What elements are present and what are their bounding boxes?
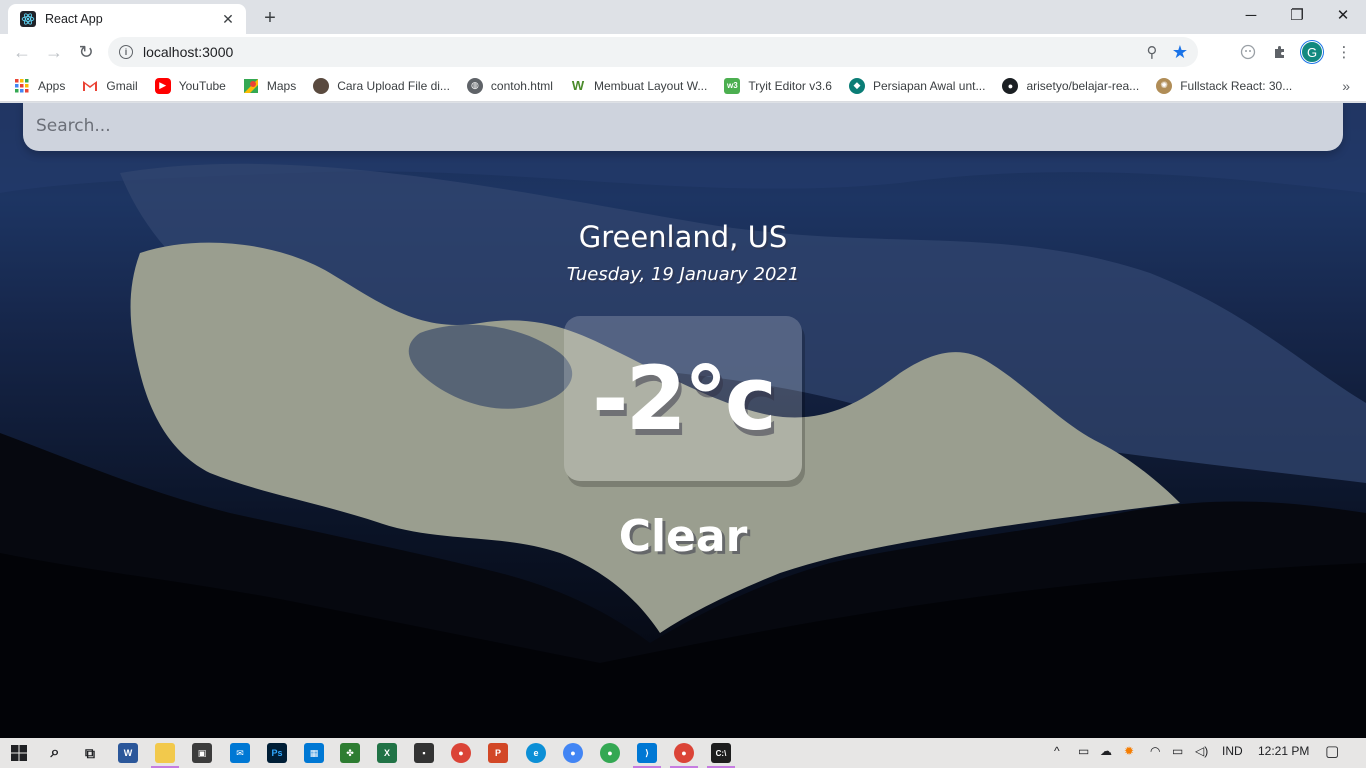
new-tab-button[interactable]: +	[258, 6, 282, 30]
bookmark-fullstack-react[interactable]: ✺ Fullstack React: 30...	[1156, 77, 1293, 94]
photoshop-icon[interactable]: Ps	[267, 743, 287, 763]
apps-grid-icon	[14, 78, 30, 94]
bookmark-label: Gmail	[106, 78, 138, 93]
close-icon[interactable]: ✕	[220, 11, 236, 27]
mail-icon[interactable]: ✉	[230, 743, 250, 763]
volume-icon[interactable]: ◁)	[1195, 744, 1208, 758]
file-explorer-icon[interactable]	[155, 743, 175, 763]
bookmark-apps[interactable]: Apps	[14, 78, 65, 94]
gmail-icon	[82, 78, 98, 94]
battery-icon[interactable]: ▭	[1172, 744, 1183, 758]
forward-button[interactable]: →	[40, 38, 68, 66]
avatar-icon	[313, 77, 330, 94]
youtube-icon: ▶	[154, 77, 171, 94]
chrome-icon[interactable]: ●	[563, 743, 583, 763]
bookmark-membuat-layout[interactable]: W Membuat Layout W...	[570, 78, 708, 94]
bookmark-github[interactable]: ● arisetyo/belajar-rea...	[1002, 77, 1140, 94]
browser-toolbar: ← → ↻ i localhost:3000 ⚲ ★ ⋮	[0, 34, 1366, 70]
bookmark-label: Membuat Layout W...	[593, 78, 708, 93]
bookmark-gmail[interactable]: Gmail	[82, 78, 138, 94]
tab-strip: React App ✕ + ─ ❐ ✕	[0, 0, 1366, 34]
calendar-icon[interactable]: ▦	[304, 743, 324, 763]
temperature-value: -2°c	[592, 347, 777, 450]
bookmark-label: Persiapan Awal unt...	[872, 78, 986, 93]
bookmark-label: Fullstack React: 30...	[1180, 78, 1293, 93]
date-text: Tuesday, 19 January 2021	[566, 264, 800, 285]
wifi-icon[interactable]: ◠	[1150, 744, 1160, 758]
globe-icon: ◍	[466, 77, 483, 94]
search-box	[23, 103, 1343, 151]
bookmark-label: Cara Upload File di...	[337, 78, 450, 93]
game-icon[interactable]: ✤	[340, 743, 360, 763]
tab-react-app[interactable]: React App ✕	[8, 4, 246, 34]
star-icon[interactable]: ★	[1166, 38, 1194, 66]
powerpoint-icon[interactable]: P	[488, 743, 508, 763]
extensions-puzzle-icon[interactable]	[1266, 38, 1294, 66]
profile-avatar[interactable]: G	[1301, 41, 1323, 63]
info-icon[interactable]: i	[119, 45, 133, 59]
notification-icon[interactable]: ▢	[1325, 742, 1339, 760]
word-icon[interactable]: W	[118, 743, 138, 763]
search-icon[interactable]: ⌕	[45, 743, 65, 763]
zoom-icon[interactable]: ⚲	[1138, 38, 1166, 66]
task-view-icon[interactable]: ⧉	[80, 743, 100, 763]
restore-button[interactable]: ❐	[1274, 0, 1320, 30]
temperature-box: -2°c	[564, 316, 802, 481]
bookmark-contoh[interactable]: ◍ contoh.html	[466, 77, 553, 94]
chrome-icon[interactable]: ●	[600, 743, 620, 763]
url-text[interactable]: localhost:3000	[143, 44, 1138, 60]
tab-title: React App	[45, 12, 103, 26]
meet-icon[interactable]: ▭	[1078, 744, 1089, 758]
extension-icon[interactable]	[1234, 38, 1262, 66]
github-icon: ●	[1002, 77, 1019, 94]
bookmark-persiapan-awal[interactable]: ◆ Persiapan Awal unt...	[848, 77, 986, 94]
address-bar[interactable]: i localhost:3000 ⚲ ★	[108, 37, 1198, 67]
vscode-icon[interactable]: ⟩	[637, 743, 657, 763]
clock[interactable]: 12:21 PM	[1258, 744, 1309, 758]
sticky-notes-icon[interactable]: ▪	[414, 743, 434, 763]
store-icon[interactable]: ▣	[192, 743, 212, 763]
weather-condition: Clear	[618, 511, 748, 562]
edge-icon[interactable]: e	[526, 743, 546, 763]
onedrive-icon[interactable]: ☁	[1100, 744, 1112, 758]
terminal-icon[interactable]: C:\	[711, 743, 731, 763]
bookmark-label: arisetyo/belajar-rea...	[1026, 78, 1140, 93]
excel-icon[interactable]: X	[377, 743, 397, 763]
fullstack-icon: ✺	[1156, 77, 1173, 94]
windows-start-icon[interactable]	[9, 743, 29, 763]
bookmark-label: Tryit Editor v3.6	[748, 78, 832, 93]
location-text: Greenland, US	[578, 220, 788, 254]
bookmarks-bar: Apps Gmail ▶ YouTube Maps Cara Upload Fi…	[0, 70, 1366, 102]
menu-icon[interactable]: ⋮	[1330, 38, 1358, 66]
bookmark-youtube[interactable]: ▶ YouTube	[154, 77, 226, 94]
bookmark-label: YouTube	[178, 78, 226, 93]
chrome-icon[interactable]: ●	[451, 743, 471, 763]
bookmark-label: contoh.html	[490, 78, 553, 93]
language-indicator[interactable]: IND	[1222, 744, 1243, 758]
reload-button[interactable]: ↻	[72, 38, 100, 66]
windows-taskbar: ⌕ ⧉ W ▣ ✉ Ps ▦ ✤ X ▪ ● P e ● ● ⟩ ● C:\ ^…	[0, 738, 1366, 768]
chrome-icon[interactable]: ●	[674, 743, 694, 763]
bookmark-label: Maps	[266, 78, 297, 93]
w3schools-icon: w3	[724, 77, 741, 94]
react-icon	[20, 11, 36, 27]
bookmark-tryit-editor[interactable]: w3 Tryit Editor v3.6	[724, 77, 832, 94]
minimize-button[interactable]: ─	[1228, 0, 1274, 30]
w-icon: W	[571, 78, 585, 93]
search-input[interactable]	[36, 116, 1343, 136]
chevron-double-right-icon[interactable]: »	[1342, 78, 1350, 94]
close-window-button[interactable]: ✕	[1320, 0, 1366, 30]
maps-icon	[243, 78, 259, 94]
teal-icon: ◆	[848, 77, 865, 94]
bookmark-maps[interactable]: Maps	[243, 78, 296, 94]
bookmark-cara-upload[interactable]: Cara Upload File di...	[313, 77, 450, 94]
avast-icon[interactable]: ✹	[1124, 744, 1134, 758]
weather-app: Greenland, US Tuesday, 19 January 2021 -…	[0, 103, 1366, 738]
bookmark-label: Apps	[38, 78, 66, 93]
chevron-up-icon[interactable]: ^	[1054, 744, 1060, 758]
back-button[interactable]: ←	[8, 38, 36, 66]
